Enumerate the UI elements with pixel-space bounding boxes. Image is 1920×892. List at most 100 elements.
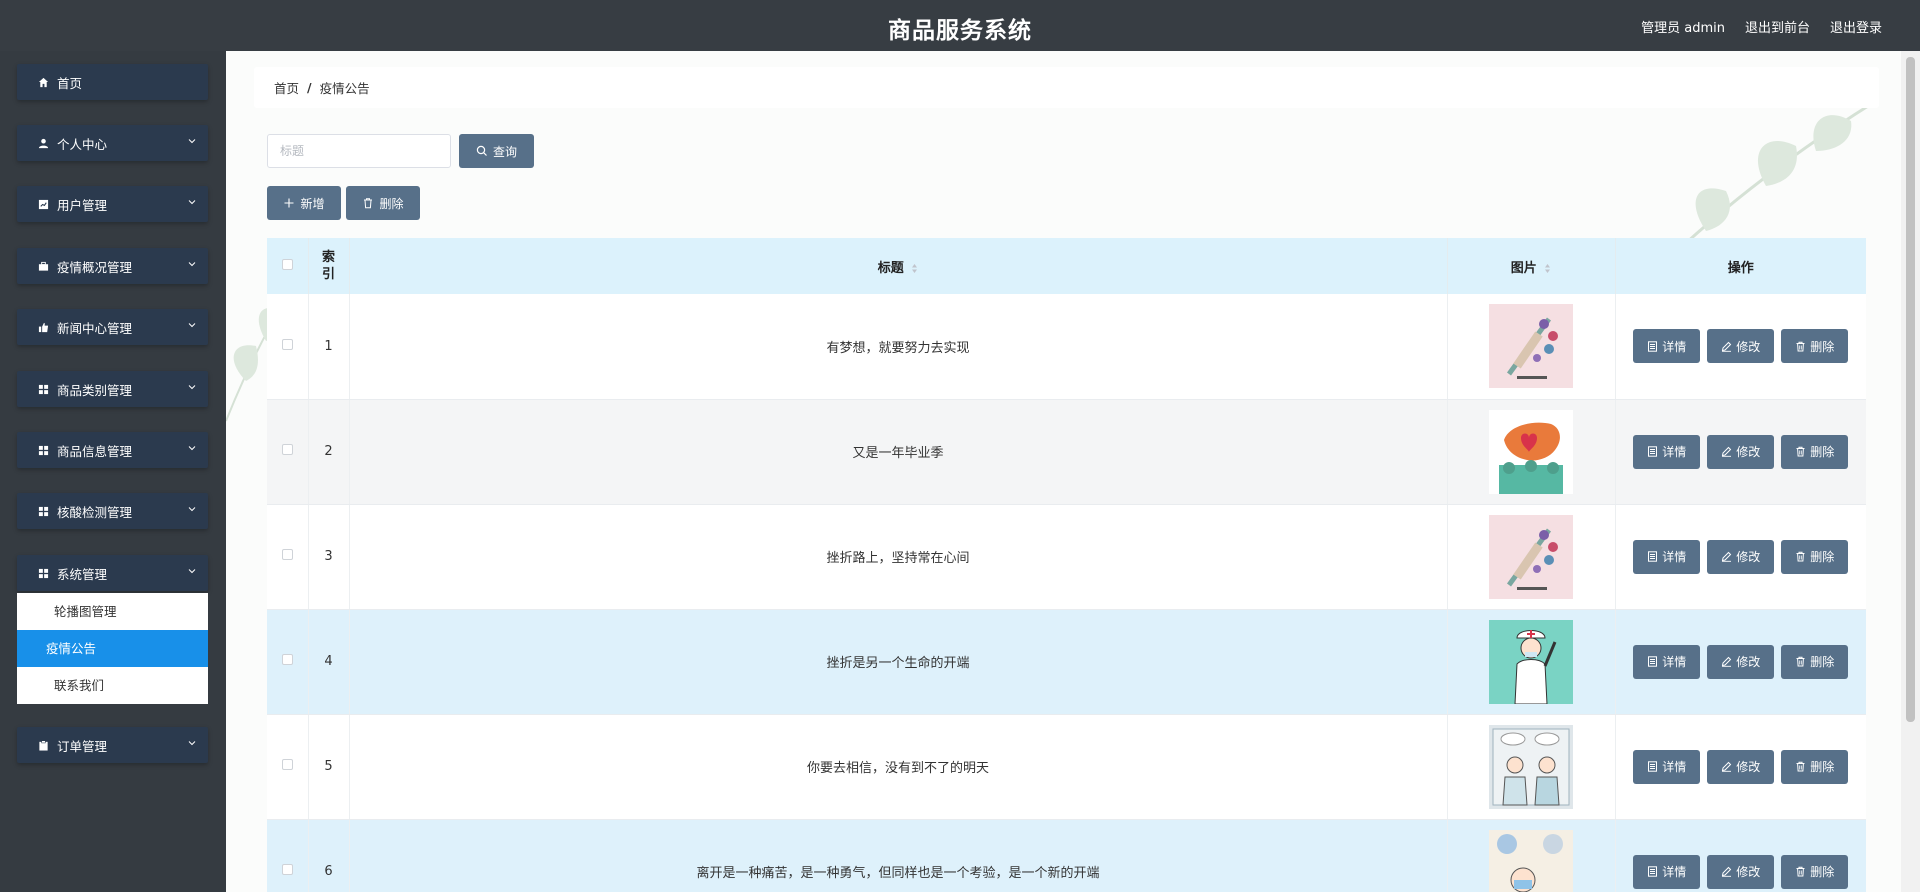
sidebar-item-users[interactable]: 用户管理 [17, 186, 208, 222]
row-title: 离开是一种痛苦，是一种勇气，但同样也是一个考验，是一个新的开端 [349, 819, 1448, 892]
edit-button[interactable]: 修改 [1707, 539, 1775, 574]
edit-icon [1722, 866, 1732, 877]
row-checkbox[interactable] [281, 864, 293, 875]
row-select-cell [267, 294, 309, 400]
grid-icon [37, 383, 49, 395]
announcement-table: 索引 标题 图片 操作 1 有梦想，就要努力去实现 详情 修改 删除 2 又是一年毕业季 详情… [267, 238, 1866, 892]
select-all-cell [267, 238, 309, 294]
row-image-cell [1447, 609, 1616, 715]
sidebar: 首页 个人中心 用户管理 疫情概况管理 新闻中心管理 商品类别管理 商品信息管理… [0, 51, 226, 892]
vaccine-illustration [1489, 514, 1573, 599]
delete-button-label: 删除 [1810, 445, 1835, 459]
delete-button[interactable]: 删除 [1781, 329, 1849, 364]
logout-link[interactable]: 退出登录 [1830, 17, 1882, 36]
search-input[interactable] [267, 134, 451, 168]
breadcrumb: 首页 / 疫情公告 [254, 67, 1879, 108]
detail-button[interactable]: 详情 [1633, 749, 1701, 784]
sidebar-item-news[interactable]: 新闻中心管理 [17, 309, 208, 345]
row-image-cell [1447, 714, 1616, 820]
detail-button[interactable]: 详情 [1633, 539, 1701, 574]
delete-button[interactable]: 删除 [1781, 854, 1849, 889]
sort-icon[interactable] [1544, 263, 1551, 274]
delete-button[interactable]: 删除 [1781, 749, 1849, 784]
breadcrumb-home[interactable]: 首页 [274, 78, 299, 97]
main-content: 首页 / 疫情公告 查询 新增 删除 索引 [226, 51, 1901, 892]
edit-button[interactable]: 修改 [1707, 854, 1775, 889]
row-select-cell [267, 609, 309, 715]
sidebar-item-goods[interactable]: 商品信息管理 [17, 432, 208, 468]
to-front-link[interactable]: 退出到前台 [1745, 17, 1810, 36]
document-icon [1648, 761, 1658, 772]
table-row: 2 又是一年毕业季 详情 修改 删除 [267, 399, 1866, 505]
row-index: 2 [308, 399, 350, 505]
chevron-down-icon [188, 323, 196, 328]
search-button[interactable]: 查询 [459, 134, 534, 168]
page-scrollbar[interactable] [1901, 51, 1920, 892]
home-icon [37, 76, 49, 88]
sidebar-item-orders[interactable]: 订单管理 [17, 727, 208, 763]
thumbsup-icon [37, 321, 49, 333]
sidebar-item-system[interactable]: 系统管理 [17, 555, 208, 591]
header-title[interactable]: 标题 [349, 238, 1448, 294]
sidebar-item-epidemic[interactable]: 疫情概况管理 [17, 248, 208, 284]
detail-button[interactable]: 详情 [1633, 434, 1701, 469]
sidebar-item-nucleic[interactable]: 核酸检测管理 [17, 493, 208, 529]
sidebar-item-label: 疫情概况管理 [57, 259, 133, 275]
row-checkbox[interactable] [281, 759, 293, 770]
edit-button[interactable]: 修改 [1707, 749, 1775, 784]
row-checkbox[interactable] [281, 549, 293, 560]
table-row: 3 挫折路上，坚持常在心间 详情 修改 删除 [267, 504, 1866, 610]
delete-button-label: 删除 [1810, 339, 1835, 354]
row-image-cell [1447, 399, 1616, 505]
header-image[interactable]: 图片 [1447, 238, 1616, 294]
submenu-item-carousel[interactable]: 轮播图管理 [17, 593, 208, 630]
edit-button-label: 修改 [1736, 865, 1761, 879]
add-button[interactable]: 新增 [267, 186, 341, 220]
row-checkbox[interactable] [281, 444, 293, 455]
sidebar-item-home[interactable]: 首页 [17, 64, 208, 100]
batch-delete-button[interactable]: 删除 [346, 186, 420, 220]
add-button-label: 新增 [300, 196, 325, 211]
sidebar-item-label: 新闻中心管理 [57, 320, 133, 336]
grid-icon [37, 567, 49, 579]
row-ops-cell: 详情 修改 删除 [1615, 294, 1866, 400]
row-ops-cell: 详情 修改 删除 [1615, 819, 1866, 892]
edit-button[interactable]: 修改 [1707, 434, 1775, 469]
row-index: 1 [308, 294, 350, 400]
row-checkbox[interactable] [281, 654, 293, 665]
submenu-item-announcement[interactable]: 疫情公告 [17, 630, 208, 667]
mask-illustration [1489, 829, 1573, 892]
edit-icon [1722, 551, 1732, 562]
edit-button[interactable]: 修改 [1707, 644, 1775, 679]
submenu-item-contact[interactable]: 联系我们 [17, 667, 208, 704]
edit-button[interactable]: 修改 [1707, 329, 1775, 364]
sidebar-item-label: 订单管理 [57, 738, 108, 754]
select-all-checkbox[interactable] [281, 258, 293, 270]
sidebar-item-category[interactable]: 商品类别管理 [17, 371, 208, 407]
clipboard-icon [37, 739, 49, 751]
header-index-label: 索引 [321, 250, 335, 282]
detail-button[interactable]: 详情 [1633, 854, 1701, 889]
sort-icon[interactable] [911, 263, 918, 274]
system-submenu: 轮播图管理 疫情公告 联系我们 [17, 593, 208, 704]
row-checkbox[interactable] [281, 338, 293, 350]
detail-button[interactable]: 详情 [1633, 329, 1701, 364]
delete-button[interactable]: 删除 [1781, 644, 1849, 679]
chevron-down-icon [188, 139, 196, 144]
delete-button[interactable]: 删除 [1781, 539, 1849, 574]
delete-button-label: 删除 [1810, 760, 1835, 774]
search-button-label: 查询 [492, 144, 517, 159]
sidebar-item-label: 商品类别管理 [57, 382, 133, 398]
header-title-label: 标题 [877, 260, 904, 276]
chevron-down-icon [188, 507, 196, 512]
detail-button-label: 详情 [1662, 655, 1687, 669]
trash-icon [1796, 341, 1805, 352]
sidebar-item-label: 个人中心 [57, 136, 108, 152]
detail-button[interactable]: 详情 [1633, 644, 1701, 679]
scrollbar-thumb[interactable] [1906, 57, 1915, 722]
sidebar-item-personal[interactable]: 个人中心 [17, 125, 208, 161]
trash-icon [1796, 446, 1805, 457]
delete-button[interactable]: 删除 [1781, 434, 1849, 469]
breadcrumb-current: 疫情公告 [319, 81, 370, 96]
edit-button-label: 修改 [1736, 655, 1761, 669]
